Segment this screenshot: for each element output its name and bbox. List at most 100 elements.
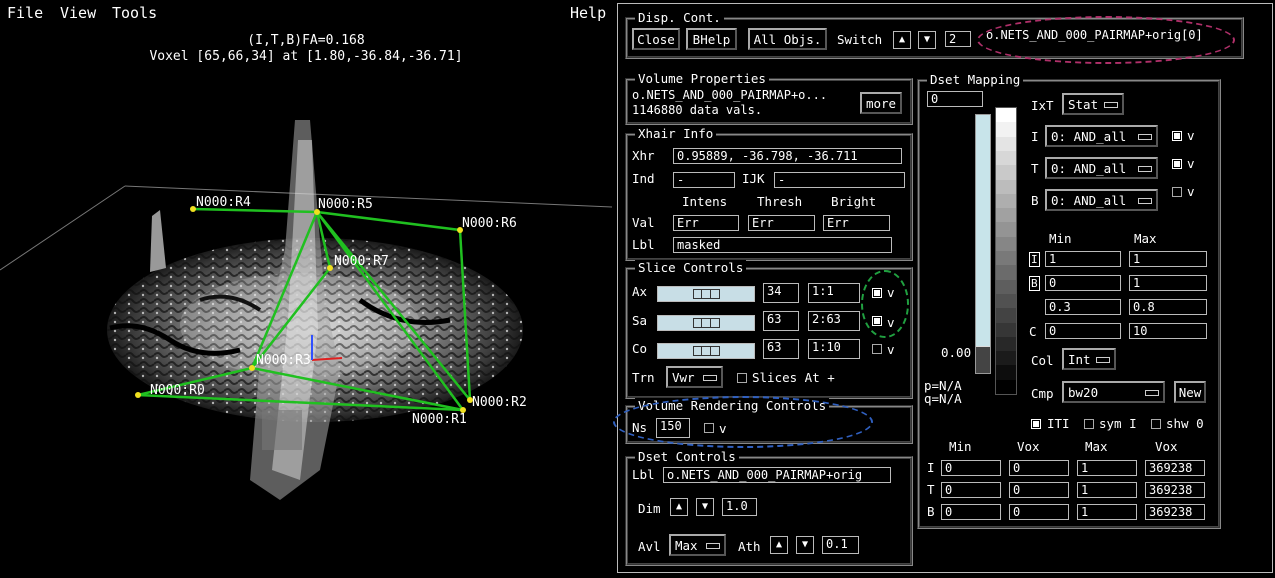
t-checkbox[interactable] [1172, 159, 1182, 169]
stats-vox-cell: 0 [1009, 460, 1069, 476]
b-min-field[interactable]: 0 [1045, 275, 1121, 291]
colorbar-stripe [996, 108, 1016, 123]
avl-value: Max [675, 538, 698, 553]
switch-value-field[interactable]: 2 [945, 31, 971, 47]
network-node[interactable] [249, 365, 255, 371]
ixt-menu[interactable]: Stat [1062, 93, 1124, 115]
ax-slice-field[interactable]: 34 [763, 283, 799, 303]
threshold-slider[interactable] [975, 114, 991, 374]
ath-down-arrow[interactable]: ▼ [796, 536, 814, 554]
row-b-label[interactable]: B [1029, 276, 1040, 291]
i-checkbox[interactable] [1172, 131, 1182, 141]
i-max-field[interactable]: 1 [1129, 251, 1207, 267]
dim-field[interactable]: 1.0 [722, 498, 757, 516]
stats-vox2-cell: 369238 [1145, 504, 1205, 520]
3d-viewer[interactable]: File View Tools Help (I,T,B)FA=0.168 Vox… [0, 0, 612, 578]
vr-visible-checkbox[interactable] [704, 423, 714, 433]
i-min-field[interactable]: 1 [1045, 251, 1121, 267]
b-label: B [1031, 193, 1039, 208]
sym-i-label: sym I [1099, 416, 1137, 431]
sa-range-field[interactable]: 2:63 [808, 311, 860, 331]
xhr-field[interactable]: 0.95889, -36.798, -36.711 [673, 148, 902, 164]
vr-v-label: v [719, 421, 727, 436]
volume-rendering-group: Volume Rendering Controls Ns 150 v [625, 398, 913, 444]
node-label-r0: N000:R0 [150, 383, 205, 398]
co-slice-field[interactable]: 63 [763, 339, 799, 359]
ind-field[interactable]: - [673, 172, 735, 188]
sa-slider[interactable] [657, 315, 755, 331]
b-max-field[interactable]: 1 [1129, 275, 1207, 291]
xhair-info-group: Xhair Info Xhr 0.95889, -36.798, -36.711… [625, 126, 913, 261]
node-label-r5: N000:R5 [318, 197, 373, 212]
all-objs-button[interactable]: All Objs. [748, 28, 827, 50]
network-node[interactable] [135, 392, 141, 398]
row-c-label: C [1029, 324, 1037, 339]
bhelp-button[interactable]: BHelp [686, 28, 737, 50]
sa-slice-field[interactable]: 63 [763, 311, 799, 331]
dim-down-arrow[interactable]: ▼ [696, 498, 714, 516]
slices-at-checkbox[interactable] [737, 373, 747, 383]
sa-visible-checkbox[interactable] [872, 316, 882, 326]
c-max-field[interactable]: 10 [1129, 323, 1207, 339]
ax-range-field[interactable]: 1:1 [808, 283, 860, 303]
ath-label: Ath [738, 539, 761, 554]
more-button[interactable]: more [860, 92, 902, 114]
b-sub-brick-menu[interactable]: 0: AND_all [1045, 189, 1158, 211]
colorbar-stripe [996, 122, 1016, 138]
sym-i-checkbox[interactable] [1084, 419, 1094, 429]
xhair-info-title: Xhair Info [635, 126, 717, 141]
close-button[interactable]: Close [632, 28, 680, 50]
stats-max-header: Max [1085, 439, 1108, 454]
network-node[interactable] [327, 265, 333, 271]
b-thresh-max-field[interactable]: 0.8 [1129, 299, 1207, 315]
ijk-field[interactable]: - [774, 172, 905, 188]
colorbar-stripe [996, 193, 1016, 209]
switch-up-arrow[interactable]: ▲ [893, 31, 911, 49]
i-sub-brick-menu[interactable]: 0: AND_all [1045, 125, 1158, 147]
iti-checkbox[interactable] [1031, 419, 1041, 429]
col-menu[interactable]: Int [1062, 348, 1116, 370]
shw-0-checkbox[interactable] [1151, 419, 1161, 429]
stats-max-cell: 1 [1077, 460, 1137, 476]
cmp-menu[interactable]: bw20 [1062, 381, 1165, 403]
dset-lbl-field[interactable]: o.NETS_AND_000_PAIRMAP+orig [663, 467, 891, 483]
brain-render-scene[interactable]: N000:R0 N000:R1 N000:R2 N000:R3 N000:R4 … [0, 0, 612, 578]
volume-name-text: o.NETS_AND_000_PAIRMAP+o... [632, 88, 828, 102]
dim-label: Dim [638, 501, 661, 516]
b-sub-brick-value: 0: AND_all [1051, 193, 1127, 208]
co-v-label: v [887, 342, 895, 357]
row-i-label[interactable]: I [1029, 252, 1040, 267]
dim-up-arrow[interactable]: ▲ [670, 498, 688, 516]
avl-menu[interactable]: Max [669, 534, 726, 556]
trn-label: Trn [632, 370, 655, 385]
ath-up-arrow[interactable]: ▲ [770, 536, 788, 554]
ns-field[interactable]: 150 [656, 418, 690, 438]
new-colormap-button[interactable]: New [1174, 381, 1206, 403]
volume-size-text: 1146880 data vals. [632, 103, 763, 117]
t-v-label: v [1187, 156, 1195, 171]
t-sub-brick-menu[interactable]: 0: AND_all [1045, 157, 1158, 179]
colorbar[interactable] [995, 107, 1017, 395]
stats-vox-header: Vox [1017, 439, 1040, 454]
volume-properties-group: Volume Properties o.NETS_AND_000_PAIRMAP… [625, 71, 913, 125]
dset-lbl-label: Lbl [632, 467, 655, 482]
ax-slider[interactable] [657, 286, 755, 302]
stats-row-label: B [927, 504, 935, 519]
stats-vox2-cell: 369238 [1145, 482, 1205, 498]
cmap-top-value-field[interactable]: 0 [927, 91, 983, 107]
b-checkbox[interactable] [1172, 187, 1182, 197]
ijk-label: IJK [742, 171, 765, 186]
c-min-field[interactable]: 0 [1045, 323, 1121, 339]
trn-menu[interactable]: Vwr [666, 366, 723, 388]
b-thresh-min-field[interactable]: 0.3 [1045, 299, 1121, 315]
switch-down-arrow[interactable]: ▼ [918, 31, 936, 49]
shw-0-label: shw 0 [1166, 416, 1204, 431]
colorbar-stripe [996, 222, 1016, 238]
co-range-field[interactable]: 1:10 [808, 339, 860, 359]
ixt-value: Stat [1068, 97, 1099, 112]
co-slider[interactable] [657, 343, 755, 359]
ax-visible-checkbox[interactable] [872, 288, 882, 298]
co-visible-checkbox[interactable] [872, 344, 882, 354]
colorbar-stripe [996, 150, 1016, 166]
ath-field[interactable]: 0.1 [822, 536, 859, 554]
